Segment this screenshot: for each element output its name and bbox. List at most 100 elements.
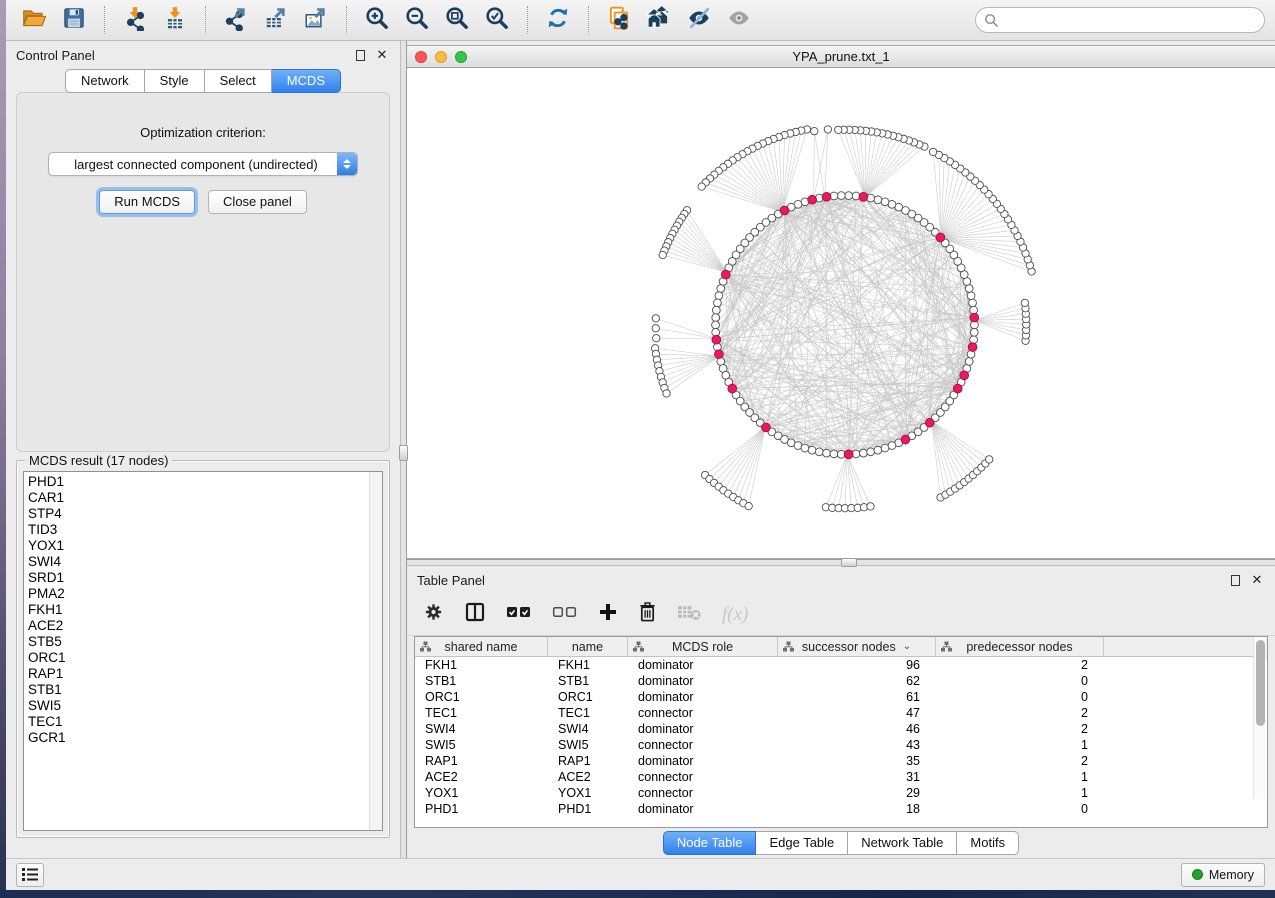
- save-button[interactable]: [56, 4, 92, 36]
- tab-node-table[interactable]: Node Table: [663, 831, 757, 855]
- network-node[interactable]: [929, 148, 936, 155]
- column-header-MCDS-role[interactable]: MCDS role: [628, 637, 778, 656]
- network-node[interactable]: [835, 126, 842, 133]
- cell-MCDS-role[interactable]: connector: [628, 769, 778, 785]
- tab-select[interactable]: Select: [205, 69, 272, 93]
- mcds-result-item[interactable]: PHD1: [28, 474, 369, 490]
- network-dominator-node[interactable]: [728, 384, 737, 393]
- network-node[interactable]: [969, 299, 977, 307]
- cell-name[interactable]: ORC1: [548, 689, 628, 705]
- tab-motifs[interactable]: Motifs: [957, 831, 1019, 855]
- table-scrollbar[interactable]: [1253, 637, 1266, 799]
- cell-MCDS-role[interactable]: connector: [628, 737, 778, 753]
- control-panel-float-button[interactable]: [352, 47, 368, 63]
- table-row[interactable]: FKH1FKH1dominator962: [415, 657, 1267, 673]
- mcds-result-item[interactable]: RAP1: [28, 666, 369, 682]
- cell-name[interactable]: STB1: [548, 673, 628, 689]
- network-node[interactable]: [823, 449, 831, 457]
- network-node[interactable]: [874, 196, 882, 204]
- cell-successor-nodes[interactable]: 47: [778, 705, 936, 721]
- import-network-button[interactable]: [117, 4, 153, 36]
- cell-predecessor-nodes[interactable]: 1: [936, 769, 1104, 785]
- network-dominator-node[interactable]: [780, 206, 789, 215]
- mcds-result-item[interactable]: SRD1: [28, 570, 369, 586]
- mcds-result-item[interactable]: ORC1: [28, 650, 369, 666]
- network-node[interactable]: [830, 450, 838, 458]
- network-node[interactable]: [824, 126, 831, 133]
- cell-name[interactable]: SWI5: [548, 737, 628, 753]
- network-node[interactable]: [965, 358, 973, 366]
- cell-name[interactable]: SWI4: [548, 721, 628, 737]
- network-dominator-node[interactable]: [808, 195, 817, 204]
- network-node[interactable]: [867, 448, 875, 456]
- cell-name[interactable]: TEC1: [548, 705, 628, 721]
- network-dominator-node[interactable]: [901, 435, 910, 444]
- columns-button[interactable]: [464, 600, 486, 630]
- refresh-button[interactable]: [540, 4, 576, 36]
- table-row[interactable]: STB1STB1dominator620: [415, 673, 1267, 689]
- network-node[interactable]: [712, 314, 720, 322]
- run-mcds-button[interactable]: Run MCDS: [99, 190, 195, 214]
- cell-name[interactable]: PHD1: [548, 801, 628, 817]
- cell-shared-name[interactable]: SWI5: [415, 737, 548, 753]
- vertical-splitter[interactable]: [400, 41, 407, 858]
- mcds-result-item[interactable]: STB1: [28, 682, 369, 698]
- control-panel-close-button[interactable]: ✕: [374, 47, 390, 63]
- network-node[interactable]: [845, 192, 853, 200]
- network-node[interactable]: [815, 448, 823, 456]
- cell-shared-name[interactable]: ACE2: [415, 769, 548, 785]
- search-input[interactable]: [1004, 13, 1256, 28]
- close-panel-button[interactable]: Close panel: [208, 190, 307, 214]
- network-dominator-node[interactable]: [953, 384, 962, 393]
- column-header-name[interactable]: name: [548, 637, 628, 656]
- cell-shared-name[interactable]: TEC1: [415, 705, 548, 721]
- cell-name[interactable]: RAP1: [548, 753, 628, 769]
- cell-successor-nodes[interactable]: 62: [778, 673, 936, 689]
- mcds-result-item[interactable]: PMA2: [28, 586, 369, 602]
- network-node[interactable]: [653, 335, 660, 342]
- cell-successor-nodes[interactable]: 61: [778, 689, 936, 705]
- export-network-button[interactable]: [218, 4, 254, 36]
- network-node[interactable]: [808, 446, 816, 454]
- network-node[interactable]: [867, 503, 874, 510]
- cell-predecessor-nodes[interactable]: 0: [936, 689, 1104, 705]
- cell-predecessor-nodes[interactable]: 1: [936, 737, 1104, 753]
- hide-selected-button[interactable]: [681, 4, 717, 36]
- cell-shared-name[interactable]: ORC1: [415, 689, 548, 705]
- network-dominator-node[interactable]: [715, 350, 724, 359]
- cell-successor-nodes[interactable]: 46: [778, 721, 936, 737]
- network-node[interactable]: [860, 449, 868, 457]
- open-file-button[interactable]: [16, 4, 52, 36]
- cell-predecessor-nodes[interactable]: 1: [936, 785, 1104, 801]
- cell-successor-nodes[interactable]: 43: [778, 737, 936, 753]
- table-row[interactable]: RAP1RAP1dominator352: [415, 753, 1267, 769]
- network-dominator-node[interactable]: [970, 313, 979, 322]
- column-header-successor-nodes[interactable]: successor nodes⌄: [778, 637, 936, 656]
- column-header-predecessor-nodes[interactable]: predecessor nodes: [936, 637, 1104, 656]
- cell-name[interactable]: FKH1: [548, 657, 628, 673]
- network-node[interactable]: [717, 285, 725, 293]
- import-table-button[interactable]: [157, 4, 193, 36]
- cell-MCDS-role[interactable]: dominator: [628, 673, 778, 689]
- cell-name[interactable]: YOX1: [548, 785, 628, 801]
- network-dominator-node[interactable]: [844, 450, 853, 459]
- network-node[interactable]: [811, 127, 818, 134]
- network-node[interactable]: [967, 292, 975, 300]
- mcds-result-item[interactable]: GCR1: [28, 730, 369, 746]
- search-box[interactable]: [975, 7, 1265, 33]
- network-node[interactable]: [986, 456, 993, 463]
- cell-shared-name[interactable]: STB1: [415, 673, 548, 689]
- mcds-result-list[interactable]: PHD1CAR1STP4TID3YOX1SWI4SRD1PMA2FKH1ACE2…: [23, 471, 383, 831]
- network-dominator-node[interactable]: [762, 423, 771, 432]
- cell-predecessor-nodes[interactable]: 0: [936, 673, 1104, 689]
- cell-predecessor-nodes[interactable]: 2: [936, 657, 1104, 673]
- horizontal-splitter-grip[interactable]: [841, 558, 857, 567]
- table-row[interactable]: SWI4SWI4dominator462: [415, 721, 1267, 737]
- zoom-selected-button[interactable]: [479, 4, 515, 36]
- add-column-button[interactable]: [598, 600, 618, 630]
- cell-shared-name[interactable]: RAP1: [415, 753, 548, 769]
- mcds-result-item[interactable]: YOX1: [28, 538, 369, 554]
- network-node[interactable]: [965, 285, 973, 293]
- zoom-out-button[interactable]: [399, 4, 435, 36]
- cell-MCDS-role[interactable]: connector: [628, 785, 778, 801]
